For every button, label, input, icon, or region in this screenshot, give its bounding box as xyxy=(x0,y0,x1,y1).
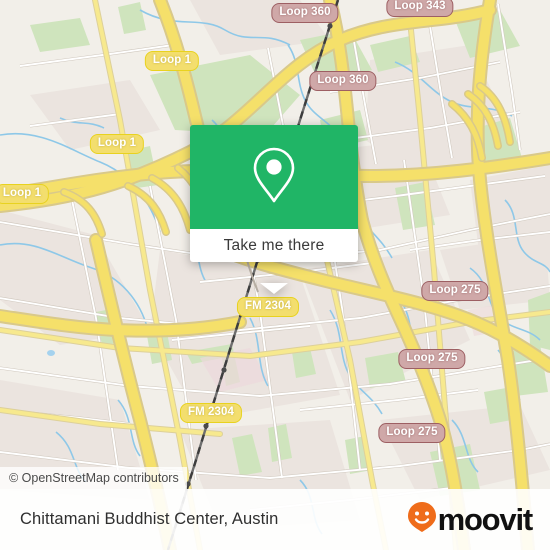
route-shield: Loop 1 xyxy=(0,184,50,204)
popup-pointer-tail xyxy=(260,283,288,294)
moovit-logo[interactable]: moovit xyxy=(407,501,534,538)
route-shield: Loop 1 xyxy=(144,51,200,71)
map-attribution[interactable]: © OpenStreetMap contributors xyxy=(0,467,187,489)
moovit-pin-icon xyxy=(407,501,437,538)
route-shield: Loop 360 xyxy=(309,71,377,91)
moovit-map-screenshot: Loop 360 Loop 343 Loop 1 Loop 360 Loop 1 Loop… xyxy=(0,0,550,550)
route-shield: Loop 360 xyxy=(271,3,339,23)
moovit-wordmark: moovit xyxy=(437,502,534,537)
route-shield: FM 2304 xyxy=(236,297,300,317)
route-shield: FM 2304 xyxy=(179,403,243,423)
place-name-label: Chittamani Buddhist Center, Austin xyxy=(20,510,279,528)
take-me-there-label: Take me there xyxy=(223,236,325,254)
map-pin-icon xyxy=(251,146,297,209)
map-water-body xyxy=(47,350,55,356)
take-me-there-button[interactable]: Take me there xyxy=(190,229,358,262)
route-shield: Loop 275 xyxy=(421,281,489,301)
route-shield: Loop 1 xyxy=(89,134,145,154)
place-popup-card[interactable]: Take me there xyxy=(190,125,358,294)
route-shield: Loop 343 xyxy=(386,0,454,17)
route-shield: Loop 275 xyxy=(378,423,446,443)
route-shield: Loop 275 xyxy=(398,349,466,369)
attribution-text: © OpenStreetMap contributors xyxy=(9,471,179,485)
bottom-bar: Chittamani Buddhist Center, Austin moovi… xyxy=(0,489,550,550)
popup-image-panel xyxy=(190,125,358,229)
